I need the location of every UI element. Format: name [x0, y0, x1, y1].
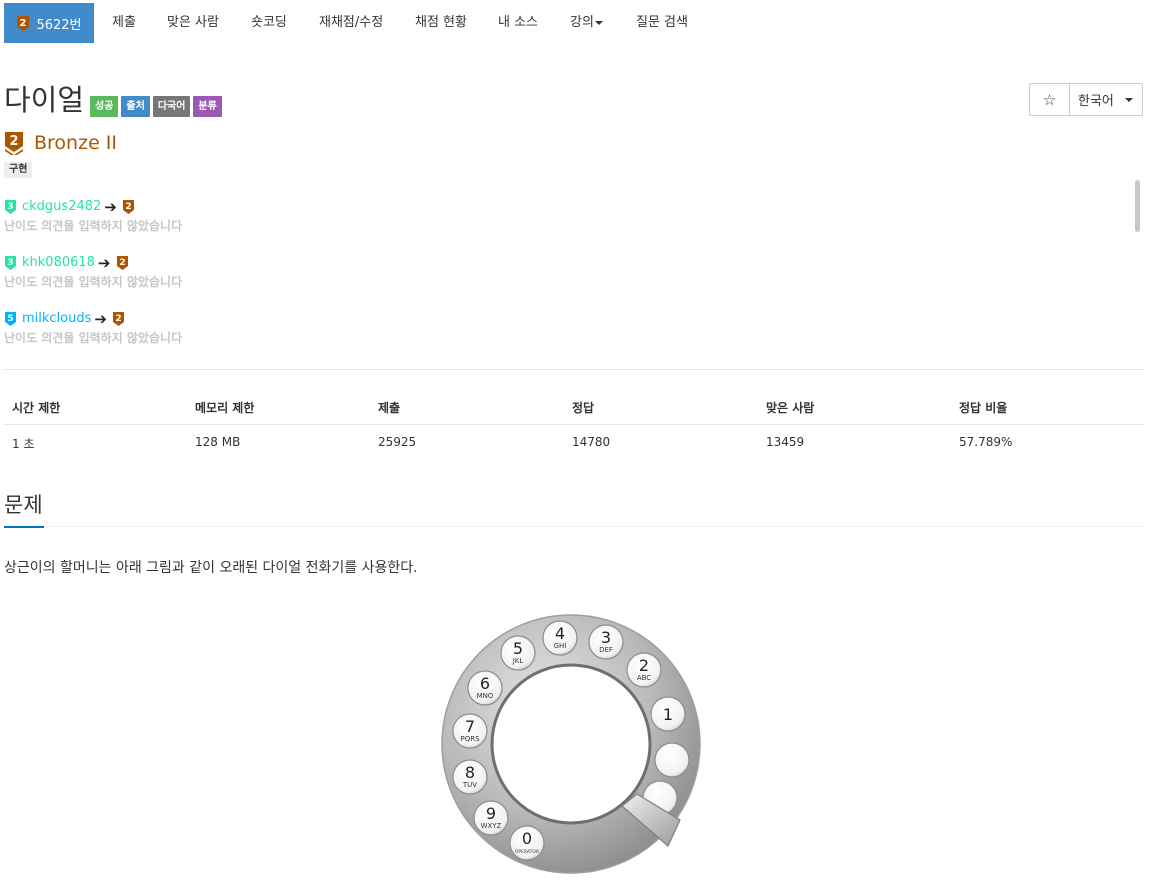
dial-letters: DEF: [599, 646, 613, 654]
nav-rejudge[interactable]: 재채점/수정: [319, 3, 383, 43]
difficulty-opinion: 5 milkclouds ➔ 2 난이도 의견을 입력하지 않았습니다: [4, 310, 182, 346]
table-header-divider: [4, 424, 1144, 425]
table-header: 시간 제한: [12, 401, 61, 415]
dial-digit: 8: [465, 763, 475, 782]
dial-letters: GHI: [554, 642, 567, 650]
caret-down-icon: [1124, 97, 1133, 102]
table-cell: 128 MB: [195, 435, 241, 449]
nav-lectures-dropdown[interactable]: 강의: [570, 3, 603, 43]
difficulty-opinion: 3 khk080618 ➔ 2 난이도 의견을 입력하지 않았습니다: [4, 254, 182, 290]
table-cell: 1 초: [12, 437, 35, 451]
platinum-tier-icon: 5: [5, 312, 16, 326]
silver-tier-icon: 3: [5, 200, 16, 214]
label-multilang[interactable]: 다국어: [152, 96, 191, 117]
nav-accepted-users[interactable]: 맞은 사람: [167, 3, 219, 43]
label-category[interactable]: 분류: [193, 96, 222, 117]
dial-letters: TUV: [462, 781, 477, 789]
opinion-text: 난이도 의견을 입력하지 않았습니다: [4, 219, 183, 233]
section-title: 문제: [4, 493, 43, 517]
tier-display: 2 Bronze II: [4, 131, 117, 155]
table-header: 정답: [572, 401, 595, 415]
dial-letters: ABC: [637, 674, 651, 682]
table-header: 제출: [378, 401, 401, 415]
table-header: 맞은 사람: [766, 401, 815, 415]
nav-short-coding[interactable]: 숏코딩: [251, 3, 287, 43]
arrow-right-icon: ➔: [104, 198, 117, 216]
favorite-star-button[interactable]: ☆: [1030, 84, 1070, 115]
svg-text:3: 3: [7, 258, 13, 268]
nav-my-source[interactable]: 내 소스: [498, 3, 538, 43]
caret-down-icon: [594, 20, 603, 25]
language-select-value: 한국어: [1078, 94, 1114, 109]
dial-digit: 5: [513, 639, 523, 658]
dial-digit: 4: [555, 624, 565, 643]
nav-lectures-label: 강의: [570, 15, 594, 30]
language-select[interactable]: 한국어: [1070, 84, 1142, 115]
table-cell: 14780: [572, 435, 611, 449]
opinion-user-link[interactable]: khk080618: [22, 254, 95, 272]
silver-tier-icon: 3: [5, 256, 16, 270]
svg-text:2: 2: [119, 258, 125, 268]
opinion-user-link[interactable]: milkclouds: [22, 310, 91, 328]
svg-text:2: 2: [9, 134, 18, 149]
problem-actions: ☆ 한국어: [1029, 83, 1143, 116]
section-divider: [4, 526, 1144, 527]
nav-status[interactable]: 채점 현황: [415, 3, 467, 43]
problem-description: 상근이의 할머니는 아래 그림과 같이 오래된 다이얼 전화기를 사용한다.: [4, 560, 418, 576]
rotary-dial-image: 4GHI 3DEF 5JKL 2ABC 6MNO 1 7PQRS 8TUV 9WXYZ 0OPER…: [441, 614, 701, 874]
dial-hole: [654, 742, 690, 778]
nav-problem-number-label: 5622번: [36, 17, 82, 33]
tier-name: Bronze II: [34, 132, 118, 154]
problem-title: 다이얼: [4, 83, 85, 117]
opinions-scrollbar[interactable]: [1135, 180, 1140, 232]
table-header: 정답 비율: [959, 401, 1008, 415]
svg-text:2: 2: [20, 18, 27, 29]
opinion-user-link[interactable]: ckdgus2482: [22, 198, 101, 216]
dial-digit: 9: [486, 804, 496, 823]
dial-digit: 0: [522, 829, 532, 848]
dial-digit: 6: [480, 674, 490, 693]
divider: [4, 369, 1144, 370]
arrow-right-icon: ➔: [94, 310, 107, 328]
dial-digit: 3: [601, 628, 611, 647]
dial-letters: JKL: [512, 657, 524, 665]
svg-text:2: 2: [125, 202, 131, 212]
dial-letters: OPERATOR: [515, 849, 539, 855]
nav-question-search[interactable]: 질문 검색: [636, 3, 688, 43]
table-cell[interactable]: 13459: [766, 435, 804, 449]
svg-text:5: 5: [7, 314, 13, 324]
dial-digit: 2: [639, 656, 649, 675]
table-header: 메모리 제한: [195, 401, 255, 415]
label-success[interactable]: 성공: [90, 96, 119, 117]
svg-text:2: 2: [115, 314, 121, 324]
difficulty-opinion: 3 ckdgus2482 ➔ 2 난이도 의견을 입력하지 않았습니다: [4, 198, 182, 234]
svg-text:3: 3: [7, 202, 13, 212]
star-icon: ☆: [1042, 90, 1057, 109]
problem-labels: 성공 출처 다국어 분류: [90, 96, 222, 117]
nav-problem-number[interactable]: 2 5622번: [4, 3, 94, 43]
algorithm-tag[interactable]: 구현: [4, 162, 33, 178]
label-source[interactable]: 출처: [121, 96, 150, 117]
dial-digit: 1: [663, 705, 673, 724]
dial-digit: 7: [465, 717, 475, 736]
opinion-text: 난이도 의견을 입력하지 않았습니다: [4, 331, 183, 345]
bronze-tier-icon: 2: [112, 312, 124, 326]
dial-letters: MNO: [477, 692, 494, 700]
bronze-tier-icon: 2: [5, 132, 23, 155]
table-cell[interactable]: 25925: [378, 435, 416, 449]
table-cell: 57.789%: [959, 435, 1013, 449]
bronze-tier-icon: 2: [17, 15, 30, 31]
nav-submit[interactable]: 제출: [112, 3, 136, 43]
section-title-underline: [4, 526, 44, 528]
bronze-tier-icon: 2: [116, 256, 128, 270]
bronze-tier-icon: 2: [122, 200, 134, 214]
opinion-text: 난이도 의견을 입력하지 않았습니다: [4, 275, 183, 289]
arrow-right-icon: ➔: [97, 254, 111, 272]
dial-letters: PQRS: [460, 735, 480, 743]
dial-letters: WXYZ: [481, 822, 502, 830]
problem-nav: 2 5622번 제출 맞은 사람 숏코딩 재채점/수정 채점 현황 내 소스 강…: [0, 0, 1150, 46]
